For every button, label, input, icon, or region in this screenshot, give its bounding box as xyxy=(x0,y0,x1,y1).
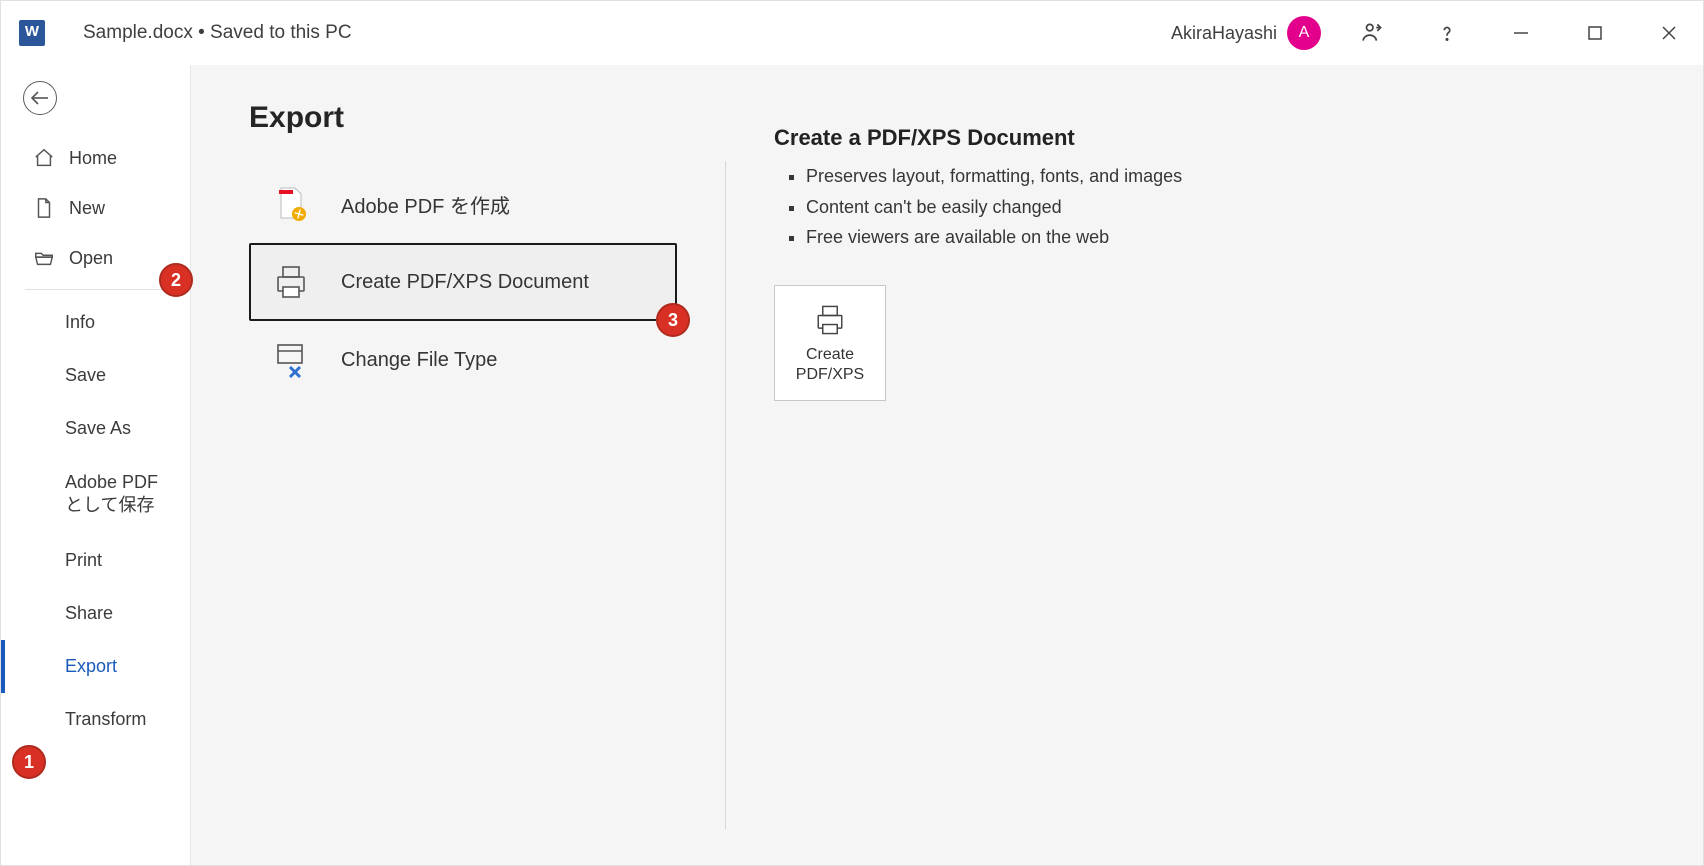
sidebar-separator xyxy=(25,289,166,290)
sidebar-item-label: Adobe PDF として保存 xyxy=(65,471,180,518)
minimize-icon[interactable] xyxy=(1499,11,1543,55)
sidebar-item-label: New xyxy=(69,198,105,219)
sidebar-item-new[interactable]: New xyxy=(1,183,190,233)
export-option-adobe-pdf[interactable]: Adobe PDF を作成 xyxy=(249,165,677,243)
word-app-icon: W xyxy=(19,20,45,46)
sidebar-item-label: Transform xyxy=(65,709,146,730)
sidebar-item-save[interactable]: Save xyxy=(1,349,190,402)
help-icon[interactable] xyxy=(1425,11,1469,55)
adobe-pdf-icon xyxy=(269,182,313,226)
export-options-list: Adobe PDF を作成 Create PDF/XPS Document xyxy=(249,165,677,399)
sidebar-item-info[interactable]: Info xyxy=(1,296,190,349)
sidebar-item-print[interactable]: Print xyxy=(1,534,190,587)
callout-2: 2 xyxy=(159,263,193,297)
create-pdf-xps-button[interactable]: Create PDF/XPS xyxy=(774,285,886,401)
detail-heading: Create a PDF/XPS Document xyxy=(774,125,1182,151)
export-option-label: Change File Type xyxy=(341,349,497,372)
printer-icon xyxy=(810,301,850,339)
document-title: Sample.docx • Saved to this PC xyxy=(83,22,352,44)
detail-bullet: Content can't be easily changed xyxy=(806,192,1182,223)
coming-soon-icon[interactable] xyxy=(1351,11,1395,55)
back-button[interactable] xyxy=(23,81,57,115)
sidebar-item-transform[interactable]: Transform xyxy=(1,693,190,746)
close-icon[interactable] xyxy=(1647,11,1691,55)
sidebar-item-share[interactable]: Share xyxy=(1,587,190,640)
backstage-main: Export Adobe PDF を作成 xyxy=(191,65,1703,865)
sidebar-item-label: Export xyxy=(65,656,117,677)
sidebar-item-export[interactable]: Export xyxy=(1,640,190,693)
export-detail-pane: Create a PDF/XPS Document Preserves layo… xyxy=(774,101,1182,829)
avatar: A xyxy=(1287,16,1321,50)
callout-1: 1 xyxy=(12,745,46,779)
sidebar-item-label: Share xyxy=(65,603,113,624)
home-icon xyxy=(33,147,55,169)
sidebar-item-label: Save xyxy=(65,365,106,386)
sidebar-item-label: Open xyxy=(69,248,113,269)
column-separator xyxy=(725,161,726,829)
sidebar-item-label: Save As xyxy=(65,418,131,439)
sidebar-item-label: Print xyxy=(65,550,102,571)
sidebar-item-home[interactable]: Home xyxy=(1,133,190,183)
export-option-change-file-type[interactable]: Change File Type xyxy=(249,321,677,399)
detail-bullet: Preserves layout, formatting, fonts, and… xyxy=(806,161,1182,192)
sidebar-item-label: Home xyxy=(69,148,117,169)
folder-open-icon xyxy=(33,247,55,269)
export-option-create-pdf-xps[interactable]: Create PDF/XPS Document xyxy=(249,243,677,321)
sidebar-item-label: Info xyxy=(65,312,95,333)
detail-bullet: Free viewers are available on the web xyxy=(806,222,1182,253)
titlebar: W Sample.docx • Saved to this PC AkiraHa… xyxy=(1,1,1703,65)
new-doc-icon xyxy=(33,197,55,219)
maximize-icon[interactable] xyxy=(1573,11,1617,55)
change-file-type-icon xyxy=(269,338,313,382)
printer-pdf-icon xyxy=(269,260,313,304)
button-label: Create PDF/XPS xyxy=(775,345,885,385)
sidebar-item-save-as[interactable]: Save As xyxy=(1,402,190,455)
export-option-label: Adobe PDF を作成 xyxy=(341,190,510,219)
export-option-label: Create PDF/XPS Document xyxy=(341,271,589,294)
page-title: Export xyxy=(249,101,677,135)
sidebar-item-adobe-pdf-save[interactable]: Adobe PDF として保存 xyxy=(1,455,190,534)
user-account[interactable]: AkiraHayashi A xyxy=(1171,16,1321,50)
user-name: AkiraHayashi xyxy=(1171,23,1277,44)
callout-3: 3 xyxy=(656,303,690,337)
